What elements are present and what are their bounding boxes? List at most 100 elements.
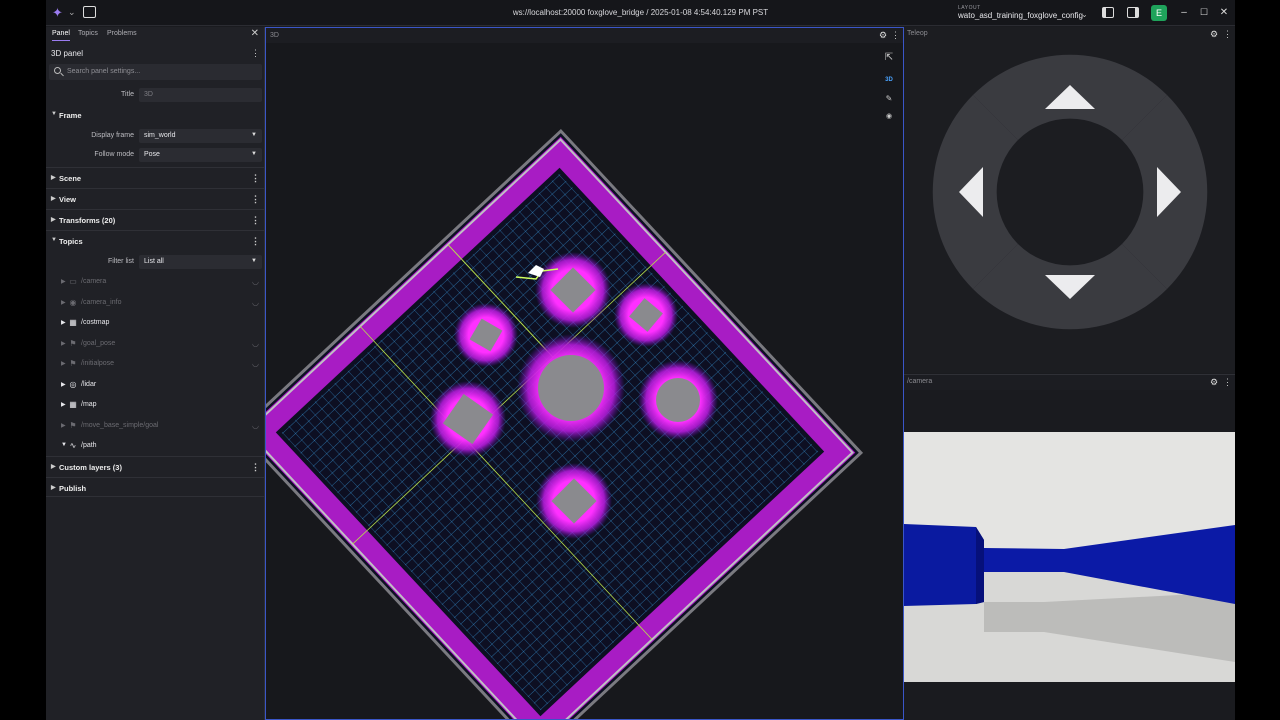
follow-mode-value: Pose <box>144 151 160 158</box>
grid-icon: ▦ <box>69 400 77 409</box>
topic-name: /goal_pose <box>81 339 116 347</box>
expand-icon[interactable]: ▼ <box>61 442 67 448</box>
section-view[interactable]: ▶ View ⋮ <box>46 188 265 208</box>
expand-down-icon: ▼ <box>51 237 57 243</box>
expand-right-icon: ▶ <box>51 485 56 491</box>
flag-icon: ⚑ <box>69 359 77 368</box>
follow-mode-select[interactable]: Pose ▼ <box>139 148 262 162</box>
section-transforms-label: Transforms (20) <box>59 216 116 225</box>
topic-row[interactable]: ▶ ◎ /lidar <box>46 374 265 394</box>
section-menu-icon[interactable]: ⋮ <box>251 215 260 226</box>
section-frame[interactable]: ▼ Frame <box>46 105 265 125</box>
display-frame-label: Display frame <box>91 132 134 139</box>
panel-3d[interactable]: 3D ⚙ ⋮ ⇱ 3D ✎ ◉ <box>265 27 904 720</box>
sidebar-tabs: Panel Topics Problems ✕ <box>46 27 264 41</box>
expand-icon[interactable]: ▶ <box>61 401 66 408</box>
panel-menu-icon[interactable]: ⋮ <box>891 30 900 41</box>
section-topics[interactable]: ▼ Topics ⋮ <box>46 230 265 250</box>
flag-icon: ⚑ <box>69 338 77 348</box>
title-field[interactable]: 3D <box>139 88 262 102</box>
visibility-toggle-icon[interactable]: ◡ <box>252 298 259 307</box>
section-publish[interactable]: ▶ Publish <box>46 477 265 497</box>
scene-viewport[interactable] <box>266 43 903 719</box>
flag-icon: ⚑ <box>69 420 77 430</box>
section-publish-label: Publish <box>59 484 87 493</box>
search-placeholder: Search panel settings... <box>67 68 141 75</box>
grid-icon: ▦ <box>69 318 77 327</box>
tab-topics[interactable]: Topics <box>78 30 98 37</box>
search-icon <box>54 67 61 74</box>
section-frame-label: Frame <box>59 111 82 120</box>
user-avatar[interactable]: E <box>1151 5 1167 21</box>
topic-name: /lidar <box>81 380 97 388</box>
camera-panel: /camera ⚙ ⋮ <box>904 374 1235 720</box>
display-frame-value: sim_world <box>144 132 176 139</box>
left-sidebar-toggle-icon[interactable] <box>1102 7 1114 18</box>
expand-right-icon: ▶ <box>51 175 56 181</box>
section-menu-icon[interactable]: ⋮ <box>251 173 260 184</box>
visibility-toggle-icon[interactable]: ◡ <box>252 277 259 286</box>
section-scene[interactable]: ▶ Scene ⋮ <box>46 167 265 187</box>
expand-icon[interactable]: ▶ <box>61 299 66 306</box>
expand-icon[interactable]: ▶ <box>61 278 66 285</box>
section-menu-icon[interactable]: ⋮ <box>251 236 260 247</box>
gear-icon[interactable]: ⚙ <box>1210 29 1218 40</box>
section-custom-layers[interactable]: ▶ Custom layers (3) ⋮ <box>46 456 265 476</box>
panel-title: 3D panel <box>51 49 84 58</box>
layout-name[interactable]: wato_asd_training_foxglove_config <box>958 11 1083 20</box>
close-window-icon[interactable]: ✕ <box>1219 7 1229 18</box>
panel-menu-icon[interactable]: ⋮ <box>251 48 260 59</box>
filter-list-select[interactable]: List all ▼ <box>139 255 262 269</box>
topic-row[interactable]: ▼ ∿ /path <box>46 435 265 455</box>
visibility-toggle-icon[interactable]: ◡ <box>252 339 259 348</box>
topic-row[interactable]: ▶ ⚑ /initialpose ◡ <box>46 353 265 373</box>
panel-menu-icon[interactable]: ⋮ <box>1223 29 1232 40</box>
expand-icon[interactable]: ▶ <box>61 422 66 429</box>
maximize-icon[interactable]: ☐ <box>1199 7 1209 18</box>
panel-header: 3D panel ⋮ <box>46 43 265 63</box>
expand-right-icon: ▶ <box>51 464 56 470</box>
topic-row[interactable]: ▶ ⚑ /move_base_simple/goal ◡ <box>46 415 265 435</box>
topic-row[interactable]: ▶ ▦ /map <box>46 394 265 414</box>
topic-name: /move_base_simple/goal <box>81 421 159 429</box>
teleop-panel: Teleop ⚙ ⋮ <box>904 27 1235 373</box>
topic-row[interactable]: ▶ ▭ /camera ◡ <box>46 271 265 291</box>
dropdown-caret-icon: ▼ <box>251 258 257 264</box>
topic-row[interactable]: ▶ ▦ /costmap <box>46 312 265 332</box>
image-icon: ▭ <box>69 277 77 286</box>
minimize-icon[interactable]: – <box>1179 7 1189 18</box>
section-menu-icon[interactable]: ⋮ <box>251 462 260 473</box>
expand-icon[interactable]: ▶ <box>61 340 66 347</box>
lidar-icon: ◎ <box>69 379 77 389</box>
layout-chevron-icon[interactable]: ⌄ <box>1081 10 1088 19</box>
section-topics-label: Topics <box>59 237 83 246</box>
visibility-toggle-icon[interactable]: ◡ <box>252 359 259 368</box>
gear-icon[interactable]: ⚙ <box>879 30 887 41</box>
display-frame-select[interactable]: sim_world ▼ <box>139 129 262 143</box>
expand-icon[interactable]: ▶ <box>61 319 66 326</box>
tab-problems[interactable]: Problems <box>107 30 137 37</box>
section-menu-icon[interactable]: ⋮ <box>251 194 260 205</box>
right-sidebar-toggle-icon[interactable] <box>1127 7 1139 18</box>
teleop-title: Teleop <box>907 30 928 37</box>
visibility-toggle-icon[interactable]: ◡ <box>252 421 259 430</box>
title-label: Title <box>121 91 134 98</box>
panel-menu-icon[interactable]: ⋮ <box>1223 377 1232 388</box>
topic-name: /camera <box>81 278 107 285</box>
tab-panel[interactable]: Panel <box>52 30 70 41</box>
search-input[interactable]: Search panel settings... <box>49 64 262 80</box>
section-transforms[interactable]: ▶ Transforms (20) ⋮ <box>46 209 265 229</box>
gear-icon[interactable]: ⚙ <box>1210 377 1218 388</box>
topic-row[interactable]: ▶ ⚑ /goal_pose ◡ <box>46 333 265 353</box>
section-view-label: View <box>59 195 76 204</box>
camera-header: /camera ⚙ ⋮ <box>904 375 1235 390</box>
expand-icon[interactable]: ▶ <box>61 381 66 388</box>
filter-list-value: List all <box>144 258 164 265</box>
close-sidebar-icon[interactable]: ✕ <box>251 28 259 39</box>
expand-icon[interactable]: ▶ <box>61 360 66 367</box>
camera-title: /camera <box>907 378 933 385</box>
camera-image <box>904 432 1235 682</box>
topic-name: /path <box>81 442 97 449</box>
topic-row[interactable]: ▶ ◉ /camera_info ◡ <box>46 292 265 312</box>
topic-name: /initialpose <box>81 360 115 367</box>
